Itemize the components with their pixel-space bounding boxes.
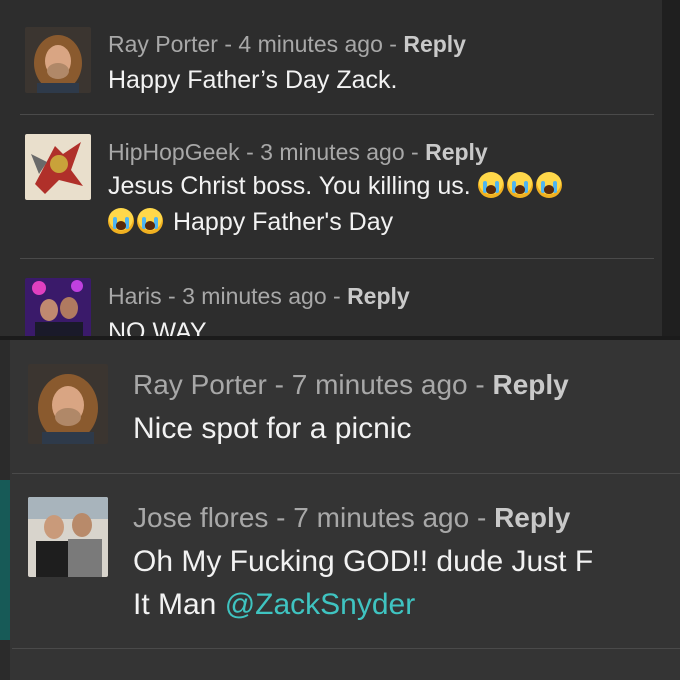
reply-link[interactable]: Reply — [347, 283, 410, 309]
avatar[interactable] — [25, 134, 91, 200]
loudly-crying-face-icon — [506, 172, 533, 198]
divider — [12, 473, 680, 474]
loudly-crying-face-icon — [108, 208, 134, 234]
meta-separator: - — [467, 369, 493, 400]
author-name[interactable]: Haris — [108, 283, 162, 309]
timestamp: 3 minutes ago — [182, 283, 327, 309]
meta-separator: - — [326, 283, 348, 309]
comment-text: Nice spot for a picnic — [133, 412, 412, 445]
avatar-hiphopgeek-image — [25, 134, 91, 200]
timestamp: 3 minutes ago — [260, 139, 405, 165]
avatar[interactable] — [25, 27, 91, 93]
reply-link[interactable]: Reply — [425, 139, 488, 165]
comment-meta: HipHopGeek - 3 minutes ago - Reply — [108, 139, 488, 166]
comment-meta: Ray Porter - 7 minutes ago - Reply — [133, 369, 569, 401]
timestamp: 4 minutes ago — [238, 31, 383, 57]
meta-separator: - — [266, 369, 292, 400]
meta-separator: - — [404, 139, 426, 165]
comment-text-span: Jesus Christ boss. You killing us. — [108, 172, 471, 200]
meta-separator: - — [268, 502, 294, 533]
loudly-crying-face-icon — [477, 172, 504, 198]
comment-text-span: Happy Father's Day — [172, 208, 394, 236]
meta-separator: - — [469, 502, 495, 533]
avatar[interactable] — [28, 497, 108, 577]
left-edge-strip — [0, 340, 10, 680]
author-name[interactable]: HipHopGeek — [108, 139, 240, 165]
divider — [20, 258, 654, 259]
comment-text-line2: Happy Father's Day — [108, 208, 393, 237]
divider — [20, 114, 654, 115]
avatar-ray-porter-image — [28, 364, 108, 444]
meta-separator: - — [161, 283, 183, 309]
meta-separator: - — [239, 139, 261, 165]
loudly-crying-face-icon — [535, 172, 562, 198]
mention-link[interactable]: @ZackSnyder — [225, 588, 416, 621]
comment-text-line1: Oh My Fucking GOD!! dude Just F — [133, 545, 594, 578]
author-name[interactable]: Ray Porter — [108, 31, 218, 57]
avatar[interactable] — [25, 278, 91, 338]
author-name[interactable]: Ray Porter — [133, 369, 267, 400]
avatar[interactable] — [28, 364, 108, 444]
reply-link[interactable]: Reply — [493, 369, 569, 400]
reply-link[interactable]: Reply — [494, 502, 570, 533]
timestamp: 7 minutes ago — [293, 502, 470, 533]
comment-text-line1: Jesus Christ boss. You killing us. — [108, 172, 565, 201]
comment-text-line2: It Man @ZackSnyder — [133, 588, 415, 622]
avatar-haris-image — [25, 278, 91, 338]
comment-text-span: It Man — [133, 588, 225, 621]
meta-separator: - — [382, 31, 404, 57]
meta-separator: - — [217, 31, 239, 57]
reply-link[interactable]: Reply — [403, 31, 466, 57]
timestamp: 7 minutes ago — [291, 369, 468, 400]
comment-meta: Jose flores - 7 minutes ago - Reply — [133, 502, 570, 534]
comment-meta: Ray Porter - 4 minutes ago - Reply — [108, 31, 466, 58]
loudly-crying-face-icon — [137, 208, 163, 234]
author-name[interactable]: Jose flores — [133, 502, 268, 533]
comment-text: Happy Father’s Day Zack. — [108, 66, 398, 94]
avatar-jose-flores-image — [28, 497, 108, 577]
frame-edge — [662, 0, 680, 338]
comment-meta: Haris - 3 minutes ago - Reply — [108, 283, 410, 310]
divider — [12, 648, 680, 649]
avatar-ray-porter-image — [25, 27, 91, 93]
